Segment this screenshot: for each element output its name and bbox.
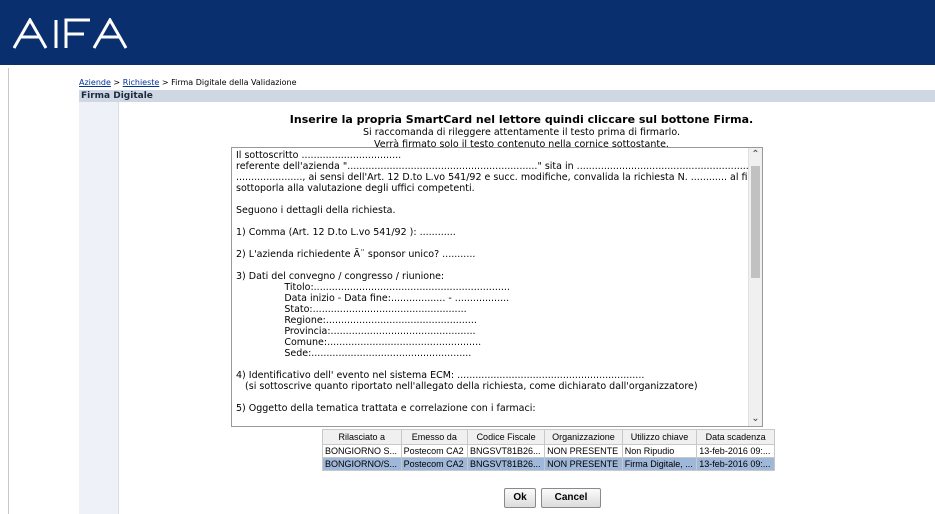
breadcrumb: Aziende > Richieste > Firma Digitale del… — [79, 78, 297, 87]
breadcrumb-richieste[interactable]: Richieste — [123, 78, 160, 87]
document-scrollbar[interactable]: ⌃ ⌄ — [748, 148, 762, 426]
column-header[interactable]: Utilizzo chiave — [621, 429, 698, 445]
document-line: 5) Oggetto della tematica trattata e cor… — [236, 403, 536, 414]
document-text: Il sottoscritto ........................… — [236, 150, 763, 414]
table-row-selected[interactable]: BONGIORNO/S... Postecom CA2 BNGSVT81B26.… — [322, 457, 775, 471]
document-line: Data inizio - Data fine:................… — [236, 293, 510, 304]
table-cell: Postecom CA2 — [400, 444, 469, 458]
document-line: Titolo:.................................… — [236, 282, 510, 293]
column-header[interactable]: Rilasciato a — [322, 429, 402, 445]
scrollbar-thumb[interactable] — [751, 166, 760, 278]
section-title: Firma Digitale — [79, 90, 935, 102]
document-line: 3) Dati del convegno / congresso / riuni… — [236, 271, 445, 282]
instruction-line-1: Si raccomanda di rileggere attentamente … — [363, 127, 680, 138]
table-cell: BONGIORNO S... — [322, 444, 402, 458]
table-cell: BONGIORNO/S... — [322, 457, 402, 471]
breadcrumb-separator: > — [159, 78, 172, 87]
table-cell: BNGSVT81B26... — [467, 457, 546, 471]
document-text-frame[interactable]: Il sottoscritto ........................… — [231, 147, 763, 427]
document-line: sottoporla alla valutazione degli uffici… — [236, 183, 475, 194]
document-line: Provincia:..............................… — [236, 326, 476, 337]
content-area: Inserire la propria SmartCard nel lettor… — [119, 102, 935, 514]
main-page: Aziende > Richieste > Firma Digitale del… — [8, 68, 935, 514]
breadcrumb-separator: > — [110, 78, 123, 87]
table-header-row: Rilasciato a Emesso da Codice Fiscale Or… — [322, 429, 775, 445]
table-row[interactable]: BONGIORNO S... Postecom CA2 BNGSVT81B26.… — [322, 444, 775, 458]
ok-button[interactable]: Ok — [504, 488, 536, 508]
aifa-logo — [12, 18, 128, 49]
column-header[interactable]: Emesso da — [400, 429, 469, 445]
document-line: Regione:................................… — [236, 315, 477, 326]
table-cell: 13-feb-2016 09:... — [696, 457, 775, 471]
document-line: Seguono i dettagli della richiesta. — [236, 205, 396, 216]
table-cell: Non Ripudio — [621, 444, 698, 458]
table-cell: Firma Digitale, ... — [621, 457, 698, 471]
document-line: 4) Identificativo dell' evento nel siste… — [236, 370, 645, 381]
table-cell: NON PRESENTE — [544, 444, 623, 458]
document-line: 1) Comma (Art. 12 D.to L.vo 541/92 ): ..… — [236, 227, 456, 238]
document-line: 2) L'azienda richiedente Ã¨ sponsor unic… — [236, 249, 476, 260]
cancel-button[interactable]: Cancel — [541, 488, 601, 508]
column-header[interactable]: Codice Fiscale — [467, 429, 546, 445]
document-line: Comune:.................................… — [236, 337, 482, 348]
table-cell: 13-feb-2016 09:... — [696, 444, 775, 458]
document-line: Sede:...................................… — [236, 348, 472, 359]
scroll-up-icon[interactable]: ⌃ — [751, 148, 760, 162]
breadcrumb-current: Firma Digitale della Validazione — [171, 78, 297, 87]
document-line: Stato:..................................… — [236, 304, 467, 315]
left-column — [79, 102, 119, 514]
document-line: ......................, ai sensi dell'Ar… — [236, 172, 763, 183]
document-line: referente dell'azienda "................… — [236, 161, 763, 172]
breadcrumb-aziende[interactable]: Aziende — [79, 78, 111, 87]
table-cell: BNGSVT81B26... — [467, 444, 546, 458]
document-line: (si sottoscrive quanto riportato nell'al… — [236, 381, 698, 392]
column-header[interactable]: Data scadenza — [696, 429, 775, 445]
document-line: Il sottoscritto ........................… — [236, 150, 402, 161]
app-header — [0, 0, 935, 65]
table-cell: Postecom CA2 — [400, 457, 469, 471]
instruction-title: Inserire la propria SmartCard nel lettor… — [289, 113, 754, 126]
certificate-table: Rilasciato a Emesso da Codice Fiscale Or… — [322, 429, 775, 471]
scroll-down-icon[interactable]: ⌄ — [751, 412, 760, 426]
table-cell: NON PRESENTE — [544, 457, 623, 471]
column-header[interactable]: Organizzazione — [544, 429, 623, 445]
